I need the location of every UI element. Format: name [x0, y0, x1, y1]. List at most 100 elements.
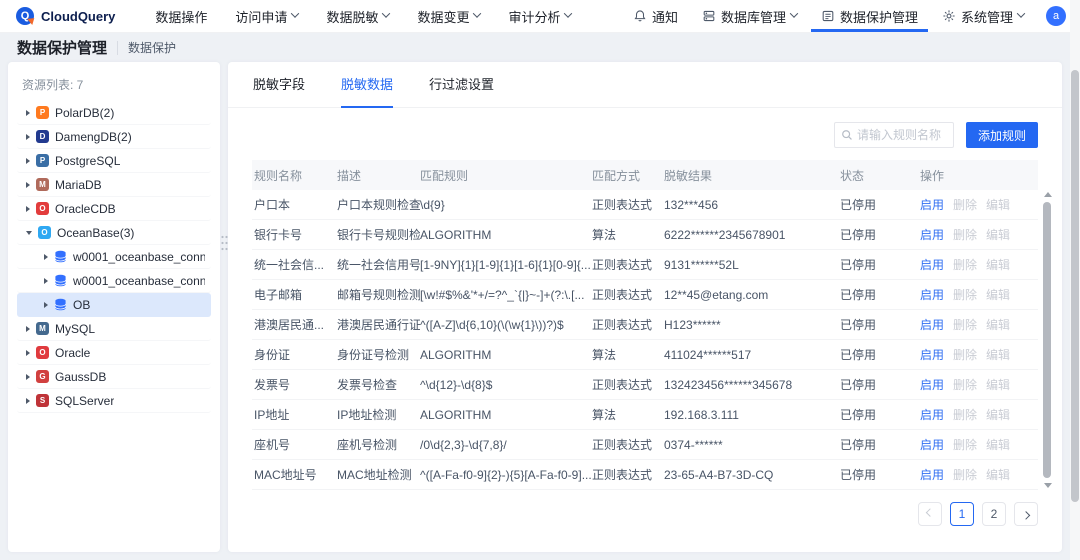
caret-right-icon[interactable] — [26, 182, 30, 188]
enable-link[interactable]: 启用 — [920, 346, 944, 363]
tree-item-w0001-oceanbase-conn-test[interactable]: w0001_oceanbase_conn_test — [17, 269, 211, 293]
database-connection-icon — [54, 250, 67, 263]
database-mgmt-menu[interactable]: 数据库管理 — [692, 0, 807, 32]
tree-item-damengdb[interactable]: DDamengDB(2) — [17, 125, 211, 149]
caret-right-icon[interactable] — [26, 110, 30, 116]
page-button-1[interactable]: 1 — [950, 502, 974, 526]
delete-link[interactable]: 删除 — [953, 346, 977, 363]
delete-link[interactable]: 删除 — [953, 286, 977, 303]
enable-link[interactable]: 启用 — [920, 466, 944, 483]
tree-item-mysql[interactable]: MMySQL — [17, 317, 211, 341]
page-scrollbar[interactable] — [1070, 0, 1080, 560]
edit-link[interactable]: 编辑 — [986, 436, 1010, 453]
tree-item-polardb[interactable]: PPolarDB(2) — [17, 101, 211, 125]
gaussdb-icon: G — [36, 370, 49, 383]
caret-right-icon[interactable] — [26, 206, 30, 212]
enable-link[interactable]: 启用 — [920, 286, 944, 303]
tree-item-ob[interactable]: OB — [17, 293, 211, 317]
menu-item-访问申请[interactable]: 访问申请 — [221, 0, 312, 32]
scrollbar-thumb[interactable] — [1043, 202, 1051, 478]
page-scrollbar-thumb[interactable] — [1071, 70, 1079, 502]
tree-item-mariadb[interactable]: MMariaDB — [17, 173, 211, 197]
page-button-2[interactable]: 2 — [982, 502, 1006, 526]
menu-item-数据操作[interactable]: 数据操作 — [141, 0, 221, 32]
delete-link[interactable]: 删除 — [953, 406, 977, 423]
tree-item-label: PostgreSQL — [55, 154, 120, 168]
rule-search-input[interactable] — [857, 128, 947, 142]
cell-rule-name: 座机号 — [252, 436, 337, 453]
scroll-up-icon[interactable] — [1044, 192, 1052, 197]
enable-link[interactable]: 启用 — [920, 196, 944, 213]
tree-item-oracle[interactable]: OOracle — [17, 341, 211, 365]
tab-row-filter[interactable]: 行过滤设置 — [429, 74, 494, 108]
caret-right-icon[interactable] — [26, 350, 30, 356]
edit-link[interactable]: 编辑 — [986, 256, 1010, 273]
caret-right-icon[interactable] — [26, 134, 30, 140]
caret-right-icon[interactable] — [26, 398, 30, 404]
menu-item-数据脱敏[interactable]: 数据脱敏 — [312, 0, 403, 32]
caret-right-icon[interactable] — [26, 374, 30, 380]
brand-name: CloudQuery — [41, 9, 115, 24]
edit-link[interactable]: 编辑 — [986, 376, 1010, 393]
cell-mask-result: 6222******2345678901 — [664, 228, 840, 242]
caret-right-icon[interactable] — [44, 302, 48, 308]
system-mgmt-menu[interactable]: 系统管理 — [932, 0, 1034, 32]
edit-link[interactable]: 编辑 — [986, 196, 1010, 213]
delete-link[interactable]: 删除 — [953, 256, 977, 273]
main-menu: 数据操作访问申请数据脱敏数据变更审计分析 — [141, 0, 585, 32]
tab-masking-data[interactable]: 脱敏数据 — [341, 74, 393, 108]
edit-link[interactable]: 编辑 — [986, 226, 1010, 243]
delete-link[interactable]: 删除 — [953, 226, 977, 243]
delete-link[interactable]: 删除 — [953, 466, 977, 483]
tree-item-gaussdb[interactable]: GGaussDB — [17, 365, 211, 389]
caret-down-icon[interactable] — [26, 231, 32, 235]
status-badge: 已停用 — [840, 466, 920, 483]
tree-item-oceanbase[interactable]: OOceanBase(3) — [17, 221, 211, 245]
caret-right-icon[interactable] — [26, 326, 30, 332]
row-actions: 启用删除编辑 — [920, 196, 1038, 213]
delete-link[interactable]: 删除 — [953, 436, 977, 453]
edit-link[interactable]: 编辑 — [986, 316, 1010, 333]
enable-link[interactable]: 启用 — [920, 226, 944, 243]
edit-link[interactable]: 编辑 — [986, 286, 1010, 303]
enable-link[interactable]: 启用 — [920, 436, 944, 453]
delete-link[interactable]: 删除 — [953, 376, 977, 393]
menu-item-数据变更[interactable]: 数据变更 — [403, 0, 494, 32]
caret-right-icon[interactable] — [26, 158, 30, 164]
status-badge: 已停用 — [840, 196, 920, 213]
enable-link[interactable]: 启用 — [920, 316, 944, 333]
edit-link[interactable]: 编辑 — [986, 346, 1010, 363]
tree-item-label: PolarDB(2) — [55, 106, 114, 120]
breadcrumb-sub: 数据保护 — [128, 39, 176, 56]
next-page-button[interactable] — [1014, 502, 1038, 526]
enable-link[interactable]: 启用 — [920, 376, 944, 393]
notification-button[interactable]: 通知 — [623, 0, 688, 32]
cell-rule-name: 电子邮箱 — [252, 286, 337, 303]
cell-description: 港澳居民通行证检测 — [337, 316, 420, 333]
cell-match-rule: \d{9} — [420, 198, 592, 212]
tree-item-postgresql[interactable]: PPostgreSQL — [17, 149, 211, 173]
tree-item-oraclecdb[interactable]: OOracleCDB — [17, 197, 211, 221]
tree-item-sqlserver[interactable]: SSQLServer — [17, 389, 211, 413]
caret-right-icon[interactable] — [44, 278, 48, 284]
sidebar-resize-handle[interactable] — [220, 234, 229, 252]
enable-link[interactable]: 启用 — [920, 256, 944, 273]
tab-masking-fields[interactable]: 脱敏字段 — [253, 74, 305, 108]
add-rule-button[interactable]: 添加规则 — [966, 122, 1038, 148]
tree-item-w0001-oceanbase-conn[interactable]: w0001_oceanbase_conn — [17, 245, 211, 269]
scroll-down-icon[interactable] — [1044, 483, 1052, 488]
caret-right-icon[interactable] — [44, 254, 48, 260]
brand[interactable]: Q CloudQuery — [16, 0, 115, 32]
chevron-down-icon — [790, 9, 798, 17]
avatar[interactable]: a — [1046, 6, 1066, 26]
prev-page-button[interactable] — [918, 502, 942, 526]
rule-search-box[interactable] — [834, 122, 954, 148]
table-scrollbar[interactable] — [1042, 190, 1052, 490]
delete-link[interactable]: 删除 — [953, 316, 977, 333]
enable-link[interactable]: 启用 — [920, 406, 944, 423]
menu-item-审计分析[interactable]: 审计分析 — [494, 0, 585, 32]
delete-link[interactable]: 删除 — [953, 196, 977, 213]
edit-link[interactable]: 编辑 — [986, 406, 1010, 423]
data-protection-mgmt-menu[interactable]: 数据保护管理 — [811, 0, 928, 32]
edit-link[interactable]: 编辑 — [986, 466, 1010, 483]
